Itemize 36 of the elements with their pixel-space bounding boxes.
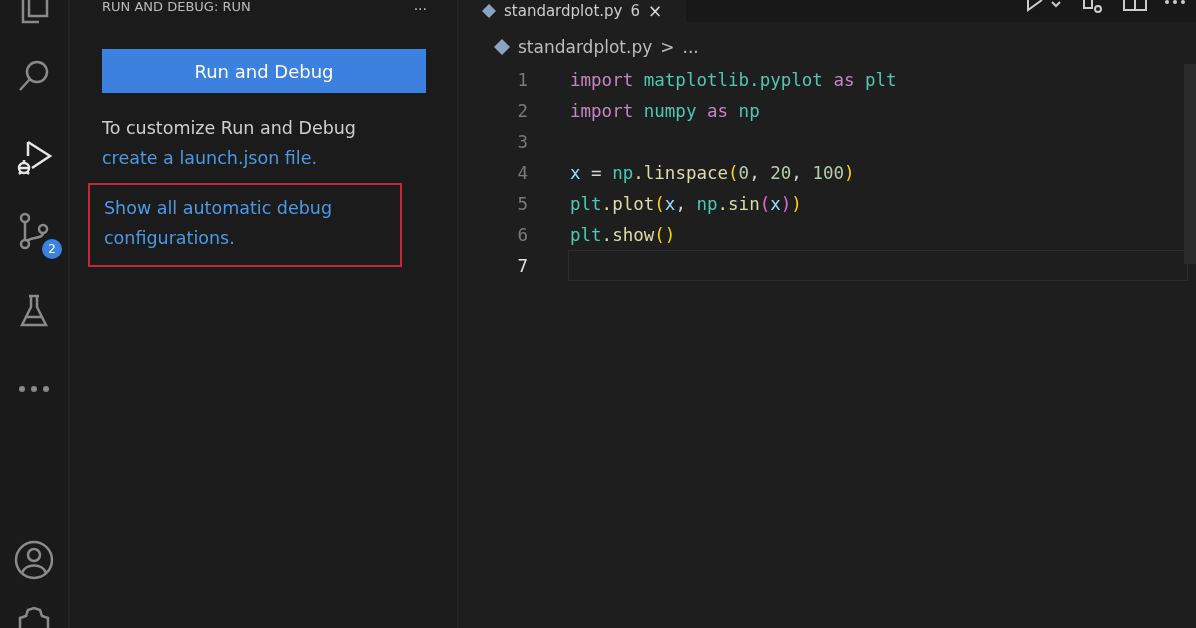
line-number: 1 (516, 69, 529, 90)
python-file-icon (494, 39, 510, 55)
problem-count: 6 (630, 2, 640, 20)
python-file-icon (482, 4, 496, 18)
line-number: 5 (516, 193, 529, 214)
flask-icon (18, 293, 50, 329)
breadcrumb-separator: > (660, 37, 675, 57)
more-actions-button[interactable]: ··· (413, 4, 427, 14)
split-editor-icon[interactable] (1122, 0, 1148, 12)
debug-configurations-link[interactable]: Show all automatic debug configurations. (104, 193, 388, 253)
code-text: x = np.linspace(0, 20, 100) (570, 162, 855, 183)
breadcrumb-file[interactable]: standardplot.py (518, 37, 653, 57)
code-text: import numpy as np (570, 100, 760, 121)
run-icon[interactable] (1024, 0, 1064, 12)
code-text: plt.show() (570, 224, 676, 245)
editor-tab[interactable]: standardplot.py 6 × (458, 0, 687, 22)
panel-title: RUN AND DEBUG: RUN (102, 0, 251, 14)
count-badge: 2 (42, 239, 62, 259)
run-and-debug-button[interactable]: Run and Debug (102, 49, 426, 93)
line-number: 6 (516, 224, 529, 245)
settings-icon[interactable] (16, 606, 52, 628)
code-text: import matplotlib.pyplot as plt (570, 69, 897, 90)
line-number: 4 (516, 162, 529, 183)
launch-json-link[interactable]: create a launch.json file. (102, 148, 317, 168)
tab-label: standardplot.py (504, 2, 623, 20)
code-text: plt.plot(x, np.sin(x)) (570, 193, 802, 214)
activity-item[interactable]: 2 (0, 194, 68, 272)
line-number: 7 (516, 255, 529, 276)
more-icon[interactable] (1164, 0, 1186, 6)
breadcrumb-more[interactable]: ... (682, 37, 699, 57)
hint-text: To customize Run and Debug (102, 118, 356, 138)
line-number: 3 (516, 131, 529, 152)
more-icon (18, 385, 50, 393)
line-number: 2 (516, 100, 529, 121)
account-icon[interactable] (13, 539, 55, 581)
close-tab-button[interactable]: × (648, 2, 663, 20)
